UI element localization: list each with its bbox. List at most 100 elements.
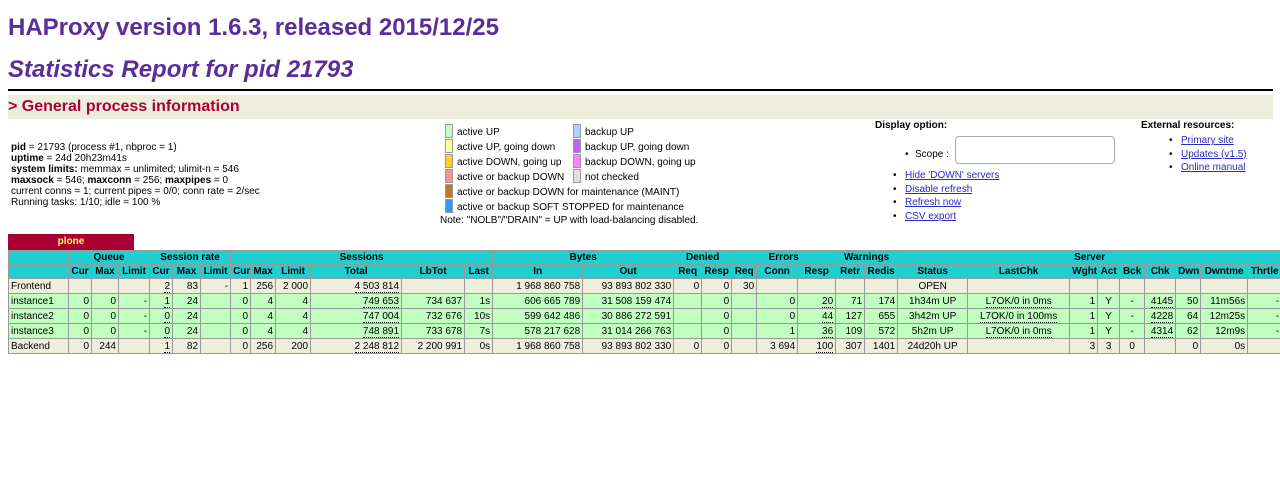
cell-value[interactable]: 20: [822, 295, 834, 308]
cell-value[interactable]: 1: [164, 340, 171, 353]
scope-input[interactable]: [955, 136, 1115, 164]
primary-site-link[interactable]: Primary site: [1181, 135, 1234, 146]
row-name[interactable]: Backend: [8, 338, 69, 354]
cell-value: 4: [267, 295, 274, 307]
table-cell: 747 004: [310, 308, 403, 324]
cell-value: 62: [1187, 325, 1199, 337]
table-cell: 732 676: [401, 308, 466, 324]
table-cell: [68, 278, 92, 294]
cell-value[interactable]: 100: [816, 340, 834, 353]
table-cell: [117, 278, 151, 294]
cell-value: 1: [242, 280, 249, 292]
cell-value[interactable]: 0: [164, 325, 171, 338]
column-header: Max: [91, 264, 119, 279]
table-cell: 0: [701, 323, 733, 339]
proxy-name-tab[interactable]: plone: [8, 234, 134, 250]
table-cell: 0: [91, 308, 119, 324]
cell-value[interactable]: L7OK/0 in 0ms: [985, 325, 1052, 338]
cell-value: 0: [693, 280, 700, 292]
updates-link[interactable]: Updates (v1.5): [1181, 149, 1247, 160]
table-cell: [91, 278, 119, 294]
cell-value[interactable]: 747 004: [362, 310, 400, 323]
table-cell: 30: [731, 278, 758, 294]
table-cell: 3h42m UP: [897, 308, 969, 324]
group-header-row: Queue Session rate Sessions Bytes Denied Erro…: [8, 250, 1280, 265]
csv-export-link[interactable]: CSV export: [905, 211, 956, 222]
table-cell: L7OK/0 in 0ms: [967, 323, 1071, 339]
table-row: instance1 0 0 - 1 24 0 4 4 749 653 734 637 1s 606 66…: [8, 293, 1280, 309]
cell-value[interactable]: 1: [164, 295, 171, 308]
cell-value: 0: [242, 340, 249, 352]
cell-value[interactable]: 4314: [1150, 325, 1174, 338]
cell-value[interactable]: 4145: [1150, 295, 1174, 308]
cell-value: 93 893 802 330: [601, 280, 672, 292]
table-cell: 0: [701, 308, 733, 324]
hide-down-servers-link[interactable]: Hide 'DOWN' servers: [905, 170, 999, 181]
column-header: Cur: [149, 264, 174, 279]
cell-value[interactable]: L7OK/0 in 0ms: [985, 295, 1052, 308]
table-cell: 1: [149, 338, 174, 354]
display-link-item: • Refresh now: [893, 196, 999, 210]
cell-value: Y: [1105, 295, 1112, 307]
table-cell: 1401: [864, 338, 899, 354]
cell-value: 1h34m UP: [909, 295, 957, 307]
cell-value: 24: [186, 295, 199, 307]
cell-value: 31 508 159 474: [601, 295, 672, 307]
row-name[interactable]: instance3: [8, 323, 69, 339]
cell-value: 572: [878, 325, 896, 337]
online-manual-link[interactable]: Online manual: [1181, 162, 1245, 173]
table-cell: [731, 293, 758, 309]
cell-value[interactable]: L7OK/0 in 100ms: [980, 310, 1058, 323]
row-name[interactable]: instance1: [8, 293, 69, 309]
cell-value: 256: [256, 280, 274, 292]
column-header: Redis: [864, 264, 899, 279]
cell-value: 1: [1089, 310, 1096, 322]
cell-value[interactable]: 0: [164, 310, 171, 323]
cell-value[interactable]: 4 503 814: [354, 280, 400, 293]
table-cell: 1: [149, 293, 174, 309]
column-header: Req: [673, 264, 703, 279]
row-name[interactable]: Frontend: [8, 278, 69, 294]
table-cell: 200: [275, 338, 312, 354]
display-links: • Hide 'DOWN' servers • Disable refresh • Ref…: [893, 169, 999, 223]
column-header: Max: [250, 264, 277, 279]
table-cell: 733 678: [401, 323, 466, 339]
table-cell: [200, 338, 232, 354]
cell-value: 307: [845, 340, 863, 352]
cell-value[interactable]: 749 653: [362, 295, 400, 308]
group-header: Bytes: [492, 250, 675, 265]
table-cell: [731, 308, 758, 324]
cell-value: 82: [186, 340, 199, 352]
table-cell: 0: [756, 293, 799, 309]
table-cell: [673, 293, 703, 309]
refresh-now-link[interactable]: Refresh now: [905, 197, 961, 208]
legend-label: active DOWN, going up: [457, 157, 562, 168]
process-info: pid = 21793 (process #1, nbproc = 1) upt…: [11, 142, 260, 208]
cell-value: 599 642 486: [524, 310, 581, 322]
cell-value[interactable]: 2 248 812: [354, 340, 400, 353]
legend-label: not checked: [585, 172, 639, 183]
bullet-icon: •: [1169, 162, 1173, 173]
table-cell: 1 968 860 758: [492, 278, 584, 294]
table-cell: 1h34m UP: [897, 293, 969, 309]
cell-value: 606 665 789: [524, 295, 581, 307]
cell-value: 71: [851, 295, 863, 307]
cell-value: 0: [242, 310, 249, 322]
table-cell: 2 200 991: [401, 338, 466, 354]
cell-value[interactable]: 44: [822, 310, 834, 323]
column-header: Total: [310, 264, 403, 279]
cell-value[interactable]: 4228: [1150, 310, 1174, 323]
cell-value[interactable]: 748 891: [362, 325, 400, 338]
cell-value: 0s: [1234, 340, 1246, 352]
group-header: Session rate: [149, 250, 232, 265]
legend-label: active UP, going down: [457, 142, 556, 153]
disable-refresh-link[interactable]: Disable refresh: [905, 184, 972, 195]
row-name[interactable]: instance2: [8, 308, 69, 324]
table-cell: 3: [1097, 338, 1121, 354]
column-header: Cur: [68, 264, 92, 279]
table-cell: -: [1247, 308, 1280, 324]
cell-value: 0: [723, 310, 730, 322]
cell-value[interactable]: 36: [822, 325, 834, 338]
table-cell: L7OK/0 in 100ms: [967, 308, 1071, 324]
cell-value[interactable]: 2: [164, 280, 171, 293]
